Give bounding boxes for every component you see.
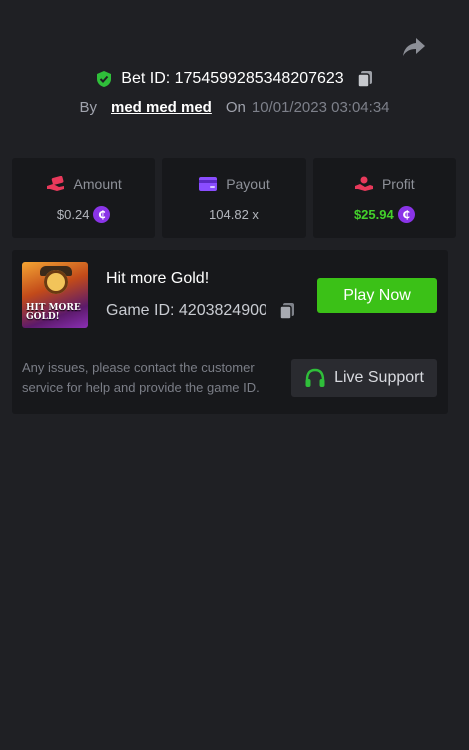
bet-datetime: 10/01/2023 03:04:34 (251, 98, 390, 116)
amount-label: Amount (73, 176, 122, 192)
bet-id-text: Bet ID: 1754599285348207623 (121, 70, 344, 87)
game-id-row: Game ID: 4203824900... (106, 300, 296, 322)
share-button[interactable] (400, 35, 428, 59)
on-label: On (225, 98, 246, 116)
support-info-text: Any issues, please contact the customer … (22, 360, 260, 395)
bet-id-row: Bet ID: 1754599285348207623 (0, 66, 469, 92)
card-icon (198, 176, 218, 192)
game-thumbnail-logo: HIT MORE GOLD! (26, 303, 81, 322)
share-arrow-icon (403, 38, 425, 56)
wallet-hand-icon (46, 176, 66, 192)
amount-value: $0.24 (56, 206, 90, 222)
coin-icon: ₵ (93, 205, 111, 223)
shield-check-icon (95, 70, 113, 88)
coin-icon: ₵ (397, 205, 415, 223)
hand-money-icon (354, 176, 374, 192)
profit-label: Profit (381, 176, 415, 192)
username-link[interactable]: med med med (111, 99, 212, 116)
profit-value: $25.94 (353, 206, 394, 222)
stat-profit: Profit $25.94 ₵ (312, 158, 456, 238)
headset-icon (304, 368, 326, 388)
stat-amount: Amount $0.24 ₵ (12, 158, 156, 238)
stat-payout: Payout 104.82 x (162, 158, 306, 238)
game-thumbnail[interactable]: HIT MORE GOLD! (22, 262, 88, 328)
stats-row: Amount $0.24 ₵ Payout 104.82 x Profit $2… (12, 158, 456, 238)
by-label: By (79, 98, 97, 116)
copy-icon[interactable] (278, 302, 296, 320)
play-now-button[interactable]: Play Now (317, 278, 437, 313)
payout-value: 104.82 x (209, 206, 259, 222)
game-id-text: Game ID: 4203824900... (106, 302, 266, 319)
live-support-label: Live Support (334, 369, 424, 386)
copy-icon[interactable] (356, 70, 374, 88)
game-card: HIT MORE GOLD! Hit more Gold! Game ID: 4… (12, 250, 448, 414)
bet-detail-page: Bet ID: 1754599285348207623 By med med m… (0, 0, 469, 750)
game-title: Hit more Gold! (106, 270, 210, 287)
live-support-button[interactable]: Live Support (291, 359, 437, 397)
payout-label: Payout (226, 176, 270, 192)
bet-meta-row: By med med med On 10/01/2023 03:04:34 (0, 95, 469, 119)
